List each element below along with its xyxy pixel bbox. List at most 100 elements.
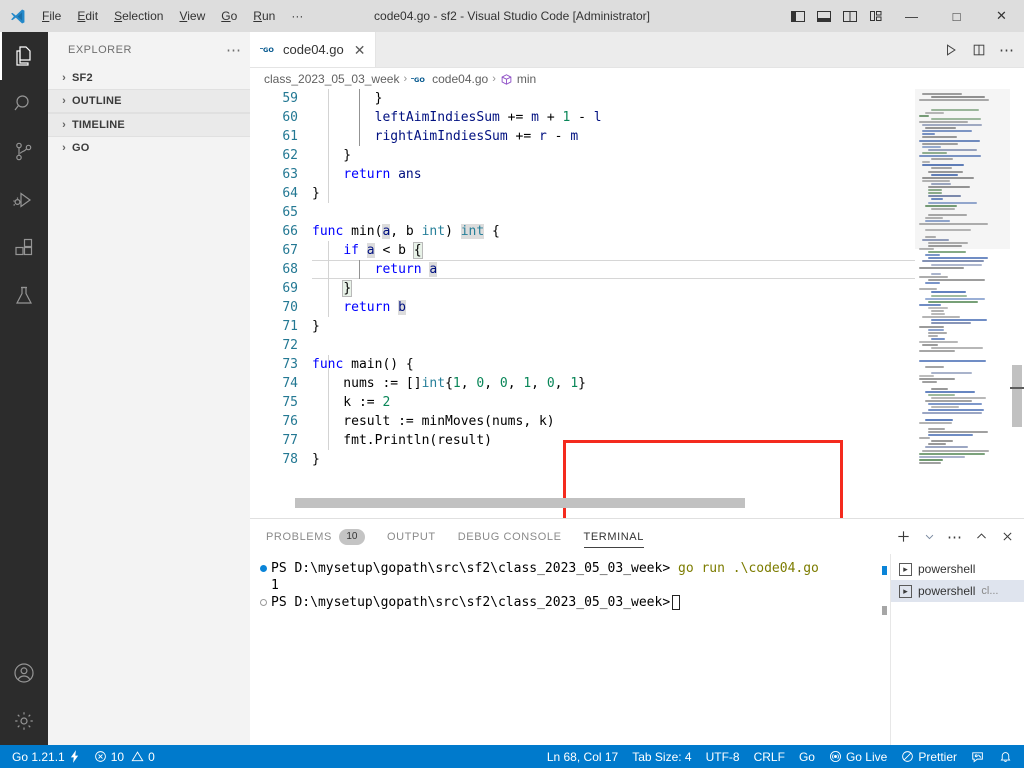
breadcrumb-folder[interactable]: class_2023_05_03_week [264, 72, 399, 86]
plus-icon[interactable] [892, 526, 914, 548]
code-line[interactable]: 73func main() { [250, 355, 1024, 374]
code-line[interactable]: 75 k := 2 [250, 393, 1024, 412]
code-line[interactable]: 60 leftAimIndiesSum += m + 1 - l [250, 108, 1024, 127]
terminal-tabs-list[interactable]: ▸ powershell ▸ powershell cl... [890, 554, 1024, 746]
menu-more[interactable]: ··· [283, 5, 311, 27]
code-line[interactable]: 63 return ans [250, 165, 1024, 184]
close-icon[interactable]: ✕ [354, 43, 366, 57]
terminal-list-item[interactable]: ▸ powershell [891, 558, 1024, 580]
menu-file[interactable]: File [34, 5, 69, 27]
code-line[interactable]: 74 nums := []int{1, 0, 0, 1, 0, 1} [250, 374, 1024, 393]
play-icon[interactable] [938, 37, 964, 63]
close-icon[interactable] [996, 526, 1018, 548]
terminal-output[interactable]: PS D:\mysetup\gopath\src\sf2\class_2023_… [250, 554, 882, 746]
menu-selection[interactable]: Selection [106, 5, 171, 27]
menu-bar[interactable]: File Edit Selection View Go Run ··· [34, 0, 311, 32]
sidebar-item-explorer[interactable] [0, 32, 48, 80]
breadcrumb-file[interactable]: GO code04.go [411, 72, 488, 86]
code-line[interactable]: 67 if a < b { [250, 241, 1024, 260]
minimap-line [919, 437, 931, 440]
code-line[interactable]: 77 fmt.Println(result) [250, 431, 1024, 450]
tab-output[interactable]: OUTPUT [387, 519, 436, 554]
code-line[interactable]: 66 func min(a, b int) int { [250, 222, 1024, 241]
sidebar-item-search[interactable] [0, 80, 48, 128]
code-line[interactable]: 72 [250, 336, 1024, 355]
sidebar-item-extensions[interactable] [0, 224, 48, 272]
breadcrumb[interactable]: class_2023_05_03_week › GO code04.go › m… [250, 68, 1024, 90]
scrollbar-thumb[interactable] [1012, 365, 1022, 427]
terminal-command-marker [882, 566, 887, 575]
code-editor[interactable]: 59 } 60 leftAimIndiesSum += m + 1 - l 61 r… [250, 89, 1024, 518]
editor-actions[interactable]: ⋯ [938, 32, 1020, 67]
status-go-live[interactable]: Go Live [822, 745, 894, 768]
minimap-slider[interactable] [915, 89, 1010, 249]
sidebar-item-source-control[interactable] [0, 128, 48, 176]
menu-run[interactable]: Run [245, 5, 283, 27]
code-line[interactable]: 78} [250, 450, 1024, 469]
panel-tab-bar[interactable]: PROBLEMS 10 OUTPUT DEBUG CONSOLE TERMINA… [250, 519, 1024, 554]
minimap-line [919, 288, 938, 291]
more-actions-icon[interactable]: ⋯ [226, 41, 242, 59]
go-live-label: Go Live [845, 749, 888, 764]
sidebar-item-testing[interactable] [0, 272, 48, 320]
minimize-button[interactable]: — [889, 0, 934, 32]
code-line[interactable]: 61 rightAimIndiesSum += r - m [250, 127, 1024, 146]
chevron-down-icon[interactable] [918, 526, 940, 548]
tab-debug-console[interactable]: DEBUG CONSOLE [458, 519, 562, 554]
status-language-mode[interactable]: Go [792, 745, 822, 768]
code-line[interactable]: 70 return b [250, 298, 1024, 317]
more-actions-icon[interactable]: ⋯ [944, 526, 966, 548]
code-line[interactable]: 62 } [250, 146, 1024, 165]
minimap-line [928, 443, 947, 446]
code-line[interactable]: 76 result := minMoves(nums, k) [250, 412, 1024, 431]
status-notifications[interactable] [992, 745, 1024, 768]
tab-code04-go[interactable]: GO code04.go ✕ [250, 32, 377, 67]
status-encoding[interactable]: UTF-8 [699, 745, 747, 768]
sidebar-item-sf2[interactable]: › SF2 [48, 67, 250, 89]
sidebar-item-outline[interactable]: › OUTLINE [48, 89, 250, 113]
menu-view[interactable]: View [171, 5, 213, 27]
terminal-item-label: powershell [918, 562, 976, 576]
status-go-version[interactable]: Go 1.21.1 [0, 745, 87, 768]
line-content: } [312, 186, 320, 201]
maximize-button[interactable]: □ [934, 0, 979, 32]
account-icon[interactable] [0, 649, 48, 697]
sidebar-item-go[interactable]: › GO [48, 137, 250, 159]
gear-icon[interactable] [0, 697, 48, 745]
status-prettier[interactable]: Prettier [894, 745, 964, 768]
sidebar-item-run-and-debug[interactable] [0, 176, 48, 224]
toggle-panel-icon[interactable] [811, 0, 837, 32]
customize-layout-icon[interactable] [863, 0, 889, 32]
tab-problems[interactable]: PROBLEMS 10 [266, 519, 365, 554]
terminal-list-item-selected[interactable]: ▸ powershell cl... [891, 580, 1024, 602]
more-actions-icon[interactable]: ⋯ [994, 37, 1020, 63]
tab-terminal[interactable]: TERMINAL [583, 519, 645, 554]
breadcrumb-symbol[interactable]: min [500, 72, 536, 86]
code-line[interactable]: 68 return a [250, 260, 1024, 279]
menu-edit[interactable]: Edit [69, 5, 106, 27]
chevron-up-icon[interactable] [970, 526, 992, 548]
close-button[interactable]: ✕ [979, 0, 1024, 32]
code-line[interactable]: 71} [250, 317, 1024, 336]
sidebar-item-timeline[interactable]: › TIMELINE [48, 113, 250, 137]
toggle-secondary-sidebar-icon[interactable] [837, 0, 863, 32]
horizontal-scrollbar[interactable] [295, 498, 745, 508]
status-problems[interactable]: 10 0 [87, 745, 162, 768]
split-editor-icon[interactable] [966, 37, 992, 63]
minimap-line [922, 316, 961, 319]
panel-actions[interactable]: ⋯ [892, 519, 1018, 554]
status-indentation[interactable]: Tab Size: 4 [625, 745, 698, 768]
code-line[interactable]: 65 [250, 203, 1024, 222]
menu-go[interactable]: Go [213, 5, 245, 27]
title-bar-actions[interactable]: — □ ✕ [785, 0, 1024, 32]
status-eol[interactable]: CRLF [747, 745, 792, 768]
vertical-scrollbar[interactable] [1010, 89, 1024, 518]
status-editor-position[interactable]: Ln 68, Col 17 [540, 745, 625, 768]
terminal-scrollbar[interactable] [882, 559, 888, 679]
code-line[interactable]: 69 } [250, 279, 1024, 298]
code-line[interactable]: 59 } [250, 89, 1024, 108]
code-line[interactable]: 64} [250, 184, 1024, 203]
minimap-line [919, 421, 952, 424]
toggle-primary-sidebar-icon[interactable] [785, 0, 811, 32]
status-feedback[interactable] [964, 745, 992, 768]
